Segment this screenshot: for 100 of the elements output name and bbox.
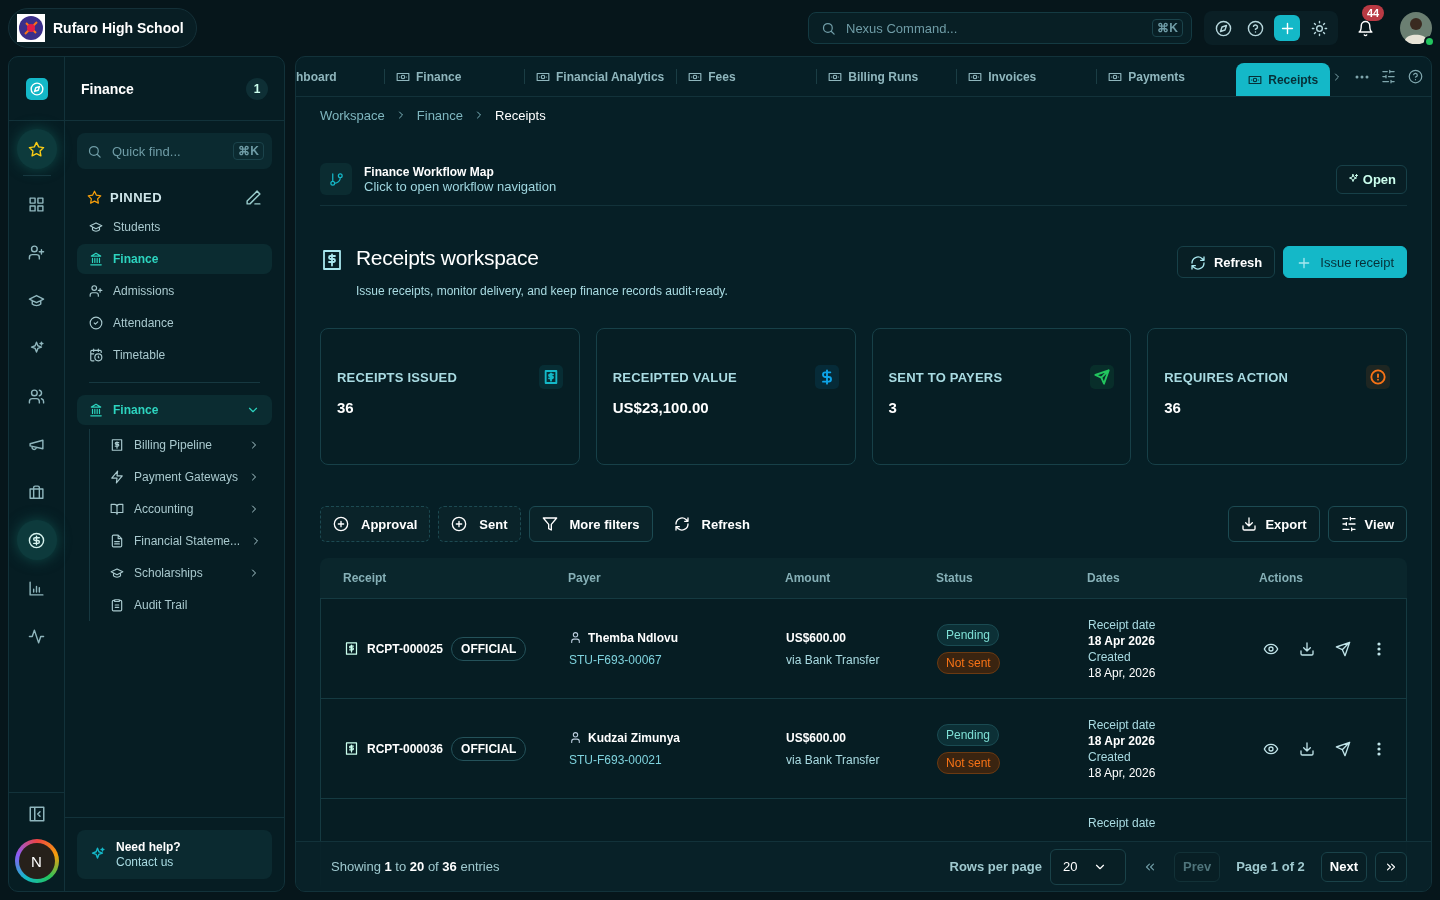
help-card[interactable]: Need help? Contact us — [77, 830, 272, 879]
breadcrumb-link[interactable]: Receipts — [495, 107, 546, 123]
rail-item[interactable] — [16, 129, 57, 169]
receipt-number: RCPT-000025 — [367, 641, 444, 656]
shortcut-hint: ⌘K — [1152, 19, 1183, 37]
created-date: 18 Apr, 2026 — [1088, 764, 1157, 781]
column-header: Payer — [568, 571, 602, 585]
dollar-icon — [28, 531, 45, 549]
breadcrumb-link[interactable]: Finance — [416, 107, 464, 123]
nav-item[interactable]: Audit Trail — [98, 589, 272, 621]
user-avatar[interactable] — [1400, 12, 1432, 44]
tab[interactable]: Finance — [384, 57, 524, 96]
tab[interactable]: hboard — [296, 57, 384, 96]
nav-item[interactable]: Timetable — [77, 340, 272, 370]
star-icon — [28, 140, 45, 158]
sun-icon — [1310, 19, 1328, 37]
tab[interactable]: Payments — [1096, 57, 1237, 96]
notification-count: 44 — [1362, 5, 1385, 21]
quick-find-field[interactable]: Quick find... ⌘K — [77, 133, 272, 169]
graduation-cap-icon — [89, 220, 103, 234]
status-badge: Pending — [937, 623, 1000, 646]
pinned-heading: PINNED — [110, 190, 164, 205]
next-button[interactable]: Next — [1320, 851, 1367, 882]
users-icon — [28, 387, 45, 405]
delivery-badge: Not sent — [937, 751, 1000, 774]
last-page-button[interactable] — [1375, 851, 1407, 882]
book-icon — [110, 502, 124, 516]
page-subtitle: Issue receipts, monitor delivery, and keep finance records audit-ready. — [356, 284, 728, 298]
help-button[interactable] — [1408, 69, 1423, 84]
nav-item[interactable]: Admissions — [77, 276, 272, 306]
breadcrumb-link[interactable]: Workspace — [320, 107, 385, 123]
download-icon — [1299, 640, 1315, 657]
nav-item[interactable]: Finance — [77, 244, 272, 274]
page-title: Receipts workspace — [356, 246, 540, 270]
profile-avatar[interactable]: N — [14, 839, 59, 883]
clipboard-icon — [110, 598, 124, 612]
export-button[interactable]: Export — [1228, 506, 1320, 542]
filter-button[interactable]: Approval — [320, 506, 431, 542]
school-badge[interactable]: Rufaro High School — [8, 8, 197, 48]
nav-item[interactable]: Scholarships — [98, 557, 272, 589]
rows-per-page-select[interactable]: 20 — [1049, 848, 1126, 885]
quick-find-input[interactable]: Quick find... — [110, 142, 226, 160]
issue-button[interactable]: Issue receipt — [1283, 246, 1407, 278]
contact-link[interactable]: Contact us — [116, 855, 174, 869]
stat-value: 3 — [888, 399, 898, 416]
add-button[interactable] — [1274, 15, 1300, 41]
page-info: Page 1 of 2 — [1236, 859, 1305, 874]
collapse-sidebar-button[interactable] — [27, 805, 46, 823]
column-header: Status — [936, 571, 974, 585]
settings-button[interactable] — [1381, 69, 1396, 84]
pencil-icon — [245, 189, 262, 206]
search-icon — [821, 20, 836, 36]
date-label: Receipt date — [1088, 716, 1157, 733]
panel-title: Finance — [81, 80, 135, 97]
payer-id: STU-F693-00021 — [569, 752, 663, 767]
rail-item[interactable] — [16, 520, 57, 560]
nav-item[interactable]: Billing Pipeline — [98, 429, 272, 461]
tab[interactable]: Fees — [676, 57, 817, 96]
user-icon — [569, 731, 582, 744]
section-header[interactable]: Finance — [77, 395, 272, 425]
tab[interactable]: Receipts — [1236, 63, 1331, 96]
view-button[interactable]: View — [1327, 506, 1407, 542]
tab[interactable]: Financial Analytics — [524, 57, 677, 96]
date-label: Created — [1088, 748, 1132, 765]
open-button[interactable]: Open — [1335, 164, 1407, 194]
briefcase-icon — [28, 483, 45, 501]
filter-button[interactable]: Sent — [438, 506, 521, 542]
command-search-input[interactable]: Nexus Command... — [844, 19, 1145, 37]
nav-item[interactable]: Financial Stateme... — [98, 525, 272, 557]
search-icon — [87, 143, 102, 159]
receipt-date: 18 Apr 2026 — [1088, 632, 1156, 649]
more-icon — [1355, 74, 1369, 79]
workflow-button[interactable] — [320, 163, 352, 195]
download-icon — [1299, 740, 1315, 757]
payment-method: via Bank Transfer — [786, 652, 881, 667]
workflow-subtitle: Click to open workflow navigation — [364, 178, 557, 194]
tab[interactable]: Invoices — [956, 57, 1097, 96]
nav-item[interactable]: Accounting — [98, 493, 272, 525]
filter-button[interactable]: More filters — [528, 506, 653, 542]
stat-value: US$23,100.00 — [612, 399, 710, 416]
notifications-button[interactable] — [1356, 19, 1374, 37]
more-icon — [1377, 641, 1381, 656]
nav-item[interactable]: Attendance — [77, 308, 272, 338]
receipt-icon — [110, 438, 124, 452]
stat-label: REQUIRES ACTION — [1164, 369, 1289, 385]
count-badge: 1 — [246, 77, 268, 100]
lightning-icon — [110, 470, 124, 484]
command-search-field[interactable]: Nexus Command... ⌘K — [808, 12, 1192, 44]
receipt-icon — [344, 641, 359, 656]
nav-item[interactable]: Payment Gateways — [98, 461, 272, 493]
tab[interactable]: Billing Runs — [816, 57, 957, 96]
download-icon — [1241, 516, 1258, 532]
send-icon — [1335, 740, 1351, 757]
refresh-button[interactable]: Refresh — [660, 506, 763, 542]
grid-icon — [28, 195, 45, 213]
branch-icon — [328, 171, 344, 187]
refresh-button[interactable]: Refresh — [1176, 246, 1276, 278]
stat-value: 36 — [337, 399, 355, 416]
app-logo[interactable] — [25, 77, 48, 100]
nav-item[interactable]: Students — [77, 212, 272, 242]
